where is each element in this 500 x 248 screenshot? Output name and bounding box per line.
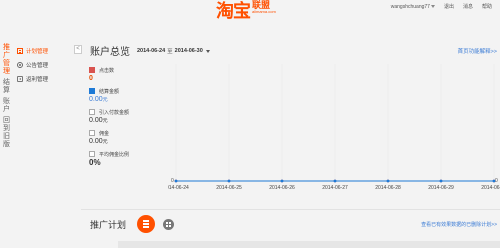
overview-title: 账户总览 — [90, 47, 130, 58]
logo-main-text: 淘宝 — [216, 1, 251, 21]
list-view-icon[interactable] — [137, 215, 155, 233]
x-tick-label: 2014-06-29 — [428, 185, 454, 191]
chevron-down-icon — [205, 49, 210, 53]
logo-sub: 联盟 alimama.com — [252, 1, 276, 14]
sidebar-item-rebates[interactable]: 返利管理 — [17, 72, 77, 86]
sidebar: 计划管理 公告管理 返利管理 — [17, 44, 77, 86]
metric-avg-rate: 平均佣金比例 0% — [89, 150, 164, 168]
taobao-union-logo[interactable]: 淘宝 联盟 alimama.com — [216, 1, 276, 22]
avg-rate-checkbox[interactable] — [89, 151, 95, 157]
metric-payment: 引入付款金额 0.00元 — [89, 108, 164, 126]
tab-account[interactable]: 账户 — [3, 98, 13, 114]
chevron-down-icon — [430, 5, 435, 9]
data-point — [439, 179, 443, 183]
date-to: 2014-06-30 — [174, 48, 203, 54]
metric-label: 点击数 — [99, 67, 115, 74]
vertical-tabs: 推广管理 结算 账户 回到旧版 — [0, 44, 16, 152]
settlement-checkbox[interactable] — [89, 88, 95, 94]
section-divider — [81, 209, 500, 210]
metric-value: 0 — [89, 75, 93, 82]
sidebar-item-label: 公告管理 — [26, 63, 49, 69]
plan-section-title: 推广计划 — [90, 220, 127, 230]
metric-unit: 元 — [102, 139, 108, 145]
payment-checkbox[interactable] — [89, 109, 95, 115]
metric-label: 平均佣金比例 — [99, 151, 130, 158]
date-range-picker[interactable]: 2014-06-24 至 2014-06-30 — [137, 47, 210, 55]
data-point — [492, 179, 496, 183]
data-point — [174, 179, 178, 183]
x-tick-label: 2014-06-30 — [481, 185, 500, 191]
username: wangshchuang77 — [390, 4, 430, 10]
deleted-plans-link[interactable]: 查看已有效果数据的已删除计划>> — [421, 221, 497, 228]
x-tick-label: 2014-06-26 — [269, 185, 295, 191]
feature-help-link[interactable]: 首页功能解释>> — [458, 47, 497, 55]
sidebar-item-label: 返利管理 — [26, 77, 49, 83]
metric-value: 0.00 — [89, 138, 103, 145]
metric-settlement: 结算金额 0.00元 — [89, 87, 164, 105]
top-header: 淘宝 联盟 alimama.com wangshchuang77 退出 消息 帮… — [0, 0, 500, 24]
tab-old-version[interactable]: 回到旧版 — [3, 117, 13, 149]
metrics-panel: 点击数 0 结算金额 0.00元 引入付款金额 0.00元 佣金 0.00元 平… — [89, 66, 164, 171]
x-tick-label: 2014-06-24 — [168, 185, 189, 191]
x-tick-label: 2014-06-28 — [375, 185, 401, 191]
logo-domain: alimama.com — [252, 9, 276, 14]
user-bar: wangshchuang77 退出 消息 帮助 — [391, 3, 492, 11]
metric-value: 0.00 — [89, 96, 103, 103]
metric-unit: 元 — [102, 97, 108, 103]
line-chart: 002014-06-242014-06-252014-06-262014-06-… — [168, 64, 500, 191]
overview-chart: 002014-06-242014-06-252014-06-262014-06-… — [168, 56, 500, 196]
sidebar-item-plans[interactable]: 计划管理 — [17, 44, 77, 58]
data-point — [333, 179, 337, 183]
y-axis-label-left: 0 — [171, 178, 174, 184]
plan-icon — [17, 48, 23, 54]
plan-table-header — [118, 241, 500, 248]
metric-unit: 元 — [102, 118, 108, 124]
sidebar-item-announcements[interactable]: 公告管理 — [17, 58, 77, 72]
date-from: 2014-06-24 — [137, 48, 166, 54]
help-link[interactable]: 帮助 — [482, 3, 492, 11]
clicks-checkbox[interactable] — [89, 67, 95, 73]
metric-commission: 佣金 0.00元 — [89, 129, 164, 147]
view-toggle — [137, 215, 174, 233]
messages-link[interactable]: 消息 — [463, 3, 473, 11]
sidebar-item-label: 计划管理 — [26, 49, 49, 55]
metric-label: 佣金 — [99, 130, 110, 137]
metric-value: 0% — [89, 158, 101, 167]
data-point — [280, 179, 284, 183]
data-point — [227, 179, 231, 183]
x-tick-label: 2014-06-25 — [216, 185, 242, 191]
metric-label: 结算金额 — [99, 88, 120, 95]
grid-view-icon[interactable] — [163, 218, 174, 230]
commission-checkbox[interactable] — [89, 130, 95, 136]
x-tick-label: 2014-06-27 — [322, 185, 348, 191]
tab-settlement[interactable]: 结算 — [3, 79, 13, 95]
back-icon — [17, 76, 23, 82]
data-point — [386, 179, 390, 183]
date-separator: 至 — [167, 49, 173, 55]
metric-value: 0.00 — [89, 117, 103, 124]
tab-promotion[interactable]: 推广管理 — [3, 44, 13, 76]
user-menu[interactable]: wangshchuang77 — [391, 3, 435, 11]
sidebar-collapse-button[interactable]: < — [74, 45, 82, 54]
logout-link[interactable]: 退出 — [444, 3, 454, 11]
gear-icon — [17, 62, 23, 68]
y-axis-label-right: 0 — [495, 178, 498, 184]
metric-clicks: 点击数 0 — [89, 66, 164, 84]
metric-label: 引入付款金额 — [99, 109, 130, 116]
